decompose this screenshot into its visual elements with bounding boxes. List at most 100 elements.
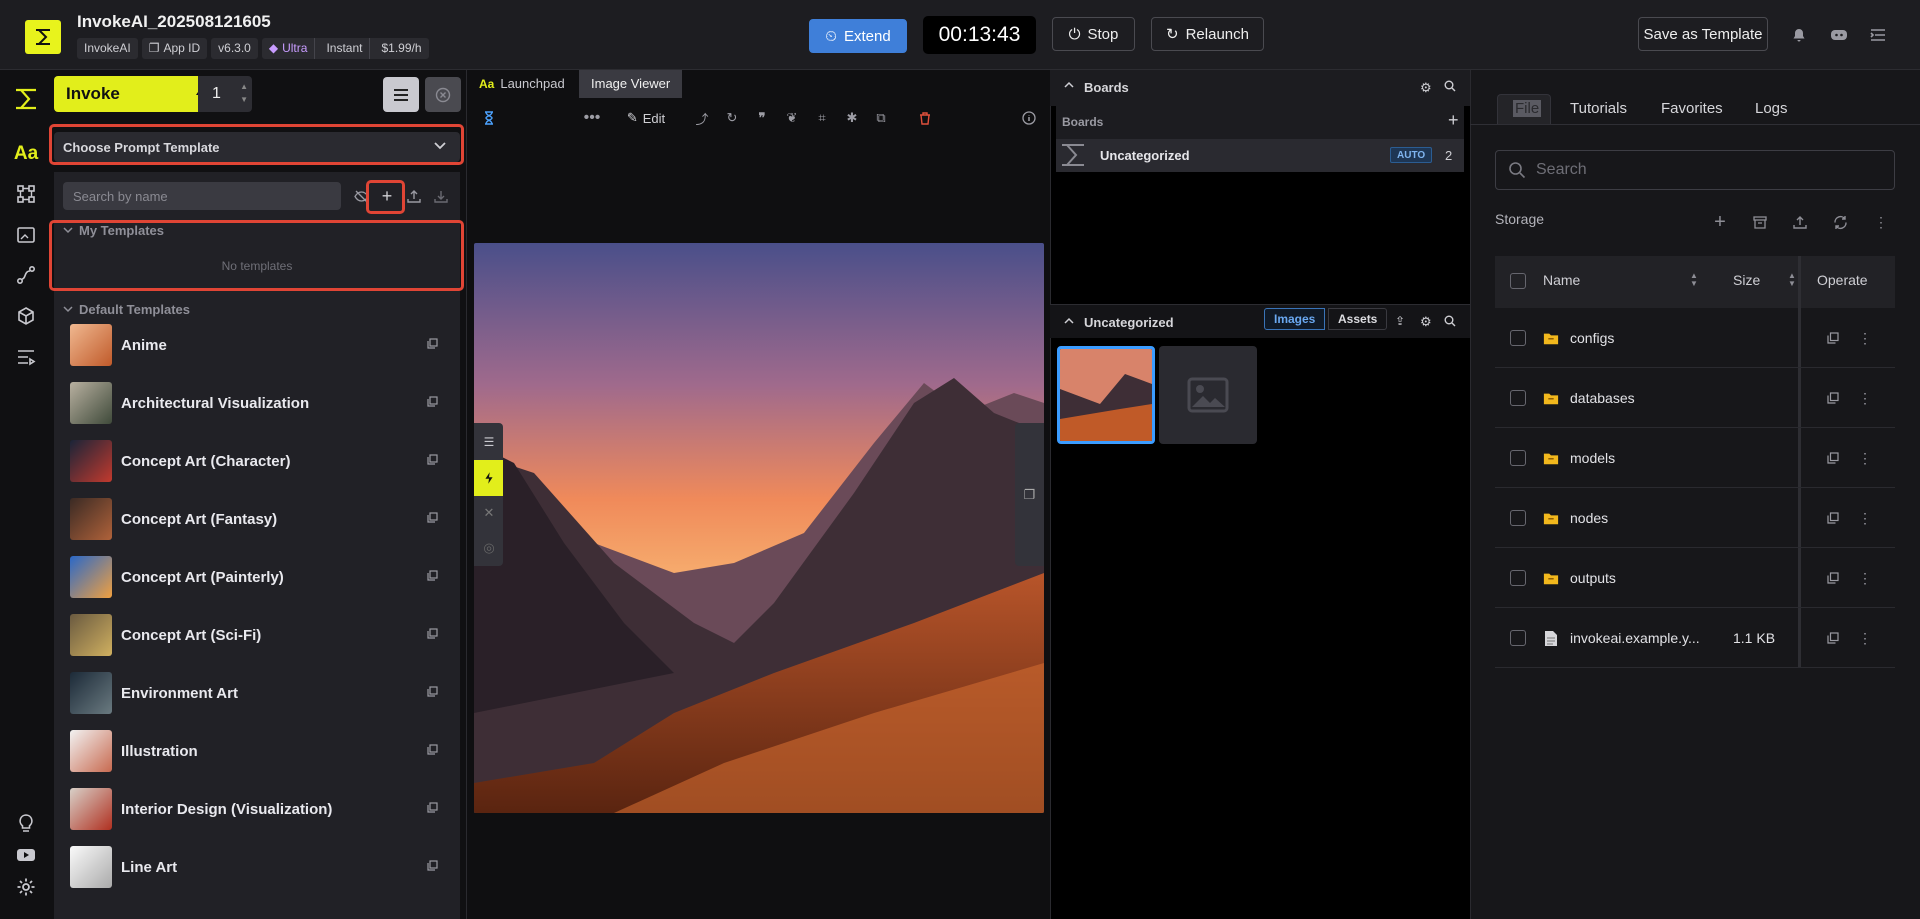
refresh-icon[interactable] <box>1830 212 1850 232</box>
default-templates-header[interactable]: Default Templates <box>63 302 190 317</box>
edit-button[interactable]: ✎ Edit <box>624 109 668 127</box>
quote-icon[interactable]: ❞ <box>753 109 771 127</box>
gallery-thumbnail-placeholder[interactable] <box>1159 346 1257 444</box>
copy-icon[interactable] <box>1825 390 1841 406</box>
template-item[interactable]: Concept Art (Fantasy) <box>70 498 450 540</box>
template-item[interactable]: Architectural Visualization <box>70 382 450 424</box>
template-item[interactable]: Concept Art (Sci-Fi) <box>70 614 450 656</box>
app-id-chip[interactable]: ❐ App ID <box>141 38 208 59</box>
template-item[interactable]: Line Art <box>70 846 450 888</box>
copy-icon[interactable] <box>427 628 438 639</box>
row-checkbox[interactable] <box>1510 390 1526 406</box>
archive-icon[interactable] <box>1750 212 1770 232</box>
eye-off-icon[interactable] <box>351 186 371 206</box>
upload-icon[interactable] <box>1790 212 1810 232</box>
target-icon[interactable]: ◎ <box>479 538 499 558</box>
chevron-up-icon[interactable] <box>1064 317 1074 324</box>
resize-icon[interactable]: ⧉ <box>872 109 890 127</box>
add-board-icon[interactable]: + <box>1448 110 1459 131</box>
copy-icon[interactable] <box>427 396 438 407</box>
copy-icon[interactable] <box>427 860 438 871</box>
queue-menu-button[interactable] <box>383 77 419 112</box>
copy-icon[interactable] <box>427 802 438 813</box>
more-vertical-icon[interactable]: ⋮ <box>1857 390 1873 406</box>
tab-favorites[interactable]: Favorites <box>1661 100 1723 117</box>
my-templates-header[interactable]: My Templates <box>63 223 164 238</box>
sort-icon[interactable]: ▲ ▼ <box>1788 272 1796 288</box>
discord-icon[interactable] <box>1829 25 1849 45</box>
iterations-stepper[interactable]: ▲ ▼ <box>240 80 248 106</box>
relaunch-button[interactable]: ↻ Relaunch <box>1151 17 1264 51</box>
queue-tab-icon[interactable] <box>14 345 38 369</box>
delete-icon[interactable] <box>916 109 934 127</box>
row-checkbox[interactable] <box>1510 570 1526 586</box>
row-checkbox[interactable] <box>1510 450 1526 466</box>
template-item[interactable]: Anime <box>70 324 450 366</box>
file-name[interactable]: databases <box>1570 390 1635 406</box>
copy-icon[interactable] <box>1825 570 1841 586</box>
copy-icon[interactable] <box>427 512 438 523</box>
tab-launchpad[interactable]: Aa Launchpad <box>479 70 565 98</box>
tab-image-viewer[interactable]: Image Viewer <box>579 70 683 98</box>
share-arrow-icon[interactable]: ⤴ <box>693 109 711 127</box>
extend-button[interactable]: ⏲ Extend <box>809 19 907 53</box>
refresh-icon[interactable]: ↻ <box>723 109 741 127</box>
cancel-queue-button[interactable] <box>425 77 461 112</box>
gallery-thumbnail-selected[interactable] <box>1057 346 1155 444</box>
copy-icon[interactable] <box>1825 450 1841 466</box>
more-vertical-icon[interactable]: ⋮ <box>1857 510 1873 526</box>
asterisk-icon[interactable]: ✱ <box>843 109 861 127</box>
file-name[interactable]: outputs <box>1570 570 1616 586</box>
row-checkbox[interactable] <box>1510 330 1526 346</box>
chevron-up-icon[interactable] <box>1064 81 1074 88</box>
download-icon[interactable] <box>431 186 451 206</box>
file-name[interactable]: nodes <box>1570 510 1608 526</box>
lightbulb-icon[interactable] <box>14 811 38 835</box>
tab-file[interactable]: File <box>1513 100 1542 117</box>
file-name[interactable]: invokeai.example.y... <box>1570 630 1700 646</box>
row-checkbox[interactable] <box>1510 510 1526 526</box>
sort-icon[interactable]: ▲ ▼ <box>1690 272 1698 288</box>
nodes-tab-icon[interactable] <box>14 263 38 287</box>
prompt-template-select[interactable]: Choose Prompt Template <box>54 132 460 162</box>
workflows-tab-icon[interactable] <box>14 182 38 206</box>
copy-icon[interactable] <box>427 338 438 349</box>
upload-icon[interactable] <box>404 186 424 206</box>
settings-gear-icon[interactable] <box>14 875 38 899</box>
iterations-input[interactable]: 1 ▲ ▼ <box>198 76 252 112</box>
more-options-icon[interactable]: ••• <box>583 109 601 127</box>
stop-button[interactable]: ⏻ Stop <box>1052 17 1135 51</box>
add-template-icon[interactable]: + <box>377 186 397 206</box>
file-search-input[interactable] <box>1495 150 1895 190</box>
save-as-template-button[interactable]: Save as Template <box>1638 17 1768 51</box>
template-item[interactable]: Illustration <box>70 730 450 772</box>
tab-tutorials[interactable]: Tutorials <box>1570 100 1627 117</box>
canvas-tab-icon[interactable] <box>14 223 38 247</box>
models-tab-icon[interactable] <box>14 304 38 328</box>
copy-icon[interactable] <box>1825 630 1841 646</box>
template-item[interactable]: Concept Art (Character) <box>70 440 450 482</box>
select-all-checkbox[interactable] <box>1510 273 1526 289</box>
copy-icon[interactable] <box>427 686 438 697</box>
sliders-icon[interactable]: ☰ <box>479 432 499 452</box>
template-item[interactable]: Environment Art <box>70 672 450 714</box>
copy-icon[interactable] <box>427 744 438 755</box>
template-search-input[interactable] <box>63 182 341 210</box>
search-icon[interactable] <box>1444 80 1456 92</box>
menu-collapse-icon[interactable] <box>1868 25 1888 45</box>
gallery-toggle-handle[interactable]: ❐ <box>1015 423 1044 566</box>
column-size[interactable]: Size <box>1733 272 1760 288</box>
info-icon[interactable] <box>1020 109 1038 127</box>
more-vertical-icon[interactable]: ⋮ <box>1857 570 1873 586</box>
file-name[interactable]: configs <box>1570 330 1614 346</box>
column-name[interactable]: Name <box>1543 272 1580 288</box>
row-checkbox[interactable] <box>1510 630 1526 646</box>
images-tab[interactable]: Images <box>1264 308 1326 330</box>
quick-invoke-button[interactable] <box>474 460 503 496</box>
tab-logs[interactable]: Logs <box>1755 100 1788 117</box>
settings-gear-icon[interactable]: ⚙ <box>1420 314 1432 330</box>
invoke-button[interactable]: Invoke <box>54 76 222 112</box>
generated-image[interactable] <box>474 243 1044 813</box>
copy-icon[interactable] <box>427 454 438 465</box>
more-vertical-icon[interactable]: ⋮ <box>1871 212 1891 232</box>
